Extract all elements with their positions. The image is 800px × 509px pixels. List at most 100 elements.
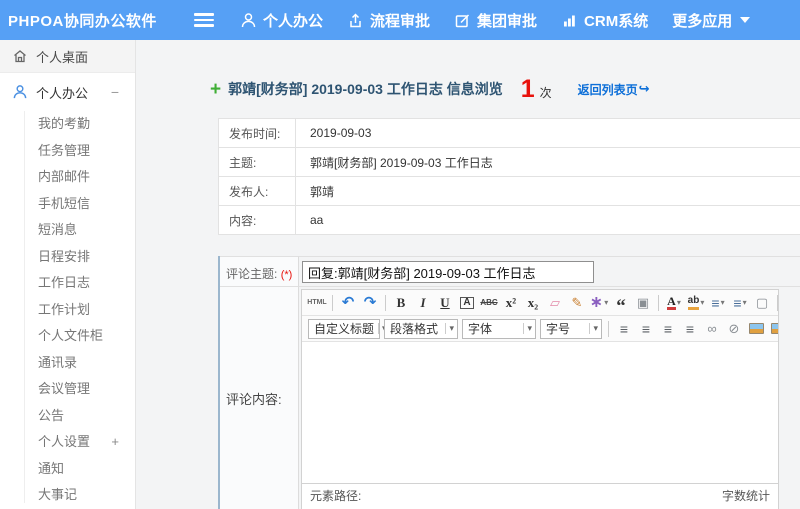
sidebar-item-mobile-sms[interactable]: 手机短信 — [0, 191, 135, 218]
unlink-icon[interactable]: ⊘ — [724, 319, 744, 339]
comment-subject-input[interactable] — [302, 261, 594, 283]
toolbar-separator — [777, 294, 778, 311]
sidebar-item-my-attendance[interactable]: 我的考勤 — [0, 111, 135, 138]
edit-icon — [455, 13, 470, 27]
align-center-icon[interactable]: ≡ — [636, 319, 656, 339]
app-logo[interactable]: PHPOA协同办公软件 — [0, 10, 186, 31]
info-row-content: 内容: aa — [218, 205, 800, 235]
editor-canvas[interactable] — [302, 342, 778, 483]
chevron-down-icon: ▾ — [445, 323, 454, 334]
editor-toolbar-row2: 自定义标题▾段落格式▾字体▾字号▾≡≡≡≡∞⊘▦ — [302, 316, 778, 342]
info-table: 发布时间: 2019-09-03 主题: 郭靖[财务部] 2019-09-03 工作日… — [218, 118, 800, 235]
toolbar-separator — [608, 320, 609, 337]
ordered-list-icon[interactable]: ≡ ▾ — [708, 293, 728, 313]
auto-typeset-icon[interactable]: ∗ ▾ — [589, 293, 609, 313]
rich-text-editor: HTML↶↷BIUAABCx²x₂▱✎∗▾“▣A▾ab▾≡▾≡▾▢ 自定义标题▾… — [301, 289, 779, 509]
paragraph-format-select[interactable]: 段落格式 ▾ — [384, 318, 458, 339]
subscript-icon[interactable]: x₂ — [523, 293, 543, 313]
sidebar-item-work-log[interactable]: 工作日志 — [0, 270, 135, 297]
element-path-label: 元素路径: — [310, 489, 362, 503]
top-nav: 个人办公 流程审批 集团审批 CRM系统 更多应用 — [240, 10, 774, 31]
blockquote-icon[interactable]: “ — [611, 293, 631, 315]
sidebar-item-schedule[interactable]: 日程安排 — [0, 244, 135, 271]
sidebar-item-short-message[interactable]: 短消息 — [0, 217, 135, 244]
italic-icon[interactable]: I — [413, 293, 433, 313]
sidebar-item-work-plan[interactable]: 工作计划 — [0, 297, 135, 324]
editor-statusbar: 元素路径: 字数统计 — [302, 483, 778, 509]
sidebar-item-meeting-management[interactable]: 会议管理 — [0, 376, 135, 403]
sidebar-item-task-management[interactable]: 任务管理 — [0, 138, 135, 165]
bold-icon[interactable]: B — [391, 293, 411, 313]
redo-icon[interactable]: ↷ — [360, 293, 380, 313]
nav-group-approval[interactable]: 集团审批 — [454, 10, 537, 31]
underline-icon[interactable]: U — [435, 293, 455, 313]
back-arrow-icon: ↪ — [638, 81, 650, 96]
blank-doc-icon[interactable]: ▢ — [752, 293, 772, 313]
sidebar: 个人桌面 个人办公 − 我的考勤 任务管理 内部邮件 手机短信 短消息 日程安排 工作日志工… — [0, 40, 136, 509]
chevron-down-icon — [740, 17, 751, 23]
info-row-publish-time: 发布时间: 2019-09-03 — [218, 118, 800, 148]
chevron-down-icon: ▾ — [604, 298, 609, 307]
sidebar-item-personal-desktop[interactable]: 个人桌面 — [0, 40, 135, 73]
font-family-select[interactable]: 字体 ▾ — [462, 318, 536, 339]
eraser-icon[interactable]: ▱ — [545, 293, 565, 313]
sidebar-item-contacts[interactable]: 通讯录 — [0, 350, 135, 377]
chevron-down-icon: ▾ — [589, 323, 598, 334]
word-count-link[interactable]: 字数统计 — [722, 487, 770, 504]
view-count: 1 — [520, 74, 535, 103]
font-color-icon[interactable]: A ▾ — [664, 293, 684, 313]
superscript-icon[interactable]: x² — [501, 293, 521, 313]
info-row-subject: 主题: 郭靖[财务部] 2019-09-03 工作日志 — [218, 147, 800, 177]
sidebar-item-notification[interactable]: 通知 — [0, 456, 135, 483]
nav-more-apps[interactable]: 更多应用 — [672, 10, 751, 31]
sidebar-item-internal-mail[interactable]: 内部邮件 — [0, 164, 135, 191]
unordered-list-icon[interactable]: ≡ ▾ — [730, 293, 750, 313]
page-header: + 郭靖[财务部] 2019-09-03 工作日志 信息浏览 1 次 返回列表页… — [210, 76, 800, 102]
editor-toolbar-row1: HTML ↶ ↷ B I U A ABC x² x₂ ▱ ✎ ∗ ▾ “▣ A ▾ ab ▾ ≡ ▾ ≡ ▾ ▢ — [302, 290, 778, 316]
sidebar-item-announcement[interactable]: 公告 — [0, 403, 135, 430]
paste-plain-icon[interactable]: ▣ — [633, 293, 653, 313]
add-icon: + — [210, 78, 222, 100]
screenshot-icon[interactable] — [768, 319, 778, 339]
chevron-down-icon: ▾ — [676, 298, 681, 307]
nav-crm-system[interactable]: CRM系统 — [561, 10, 648, 31]
format-painter-icon[interactable]: ✎ — [567, 293, 587, 313]
sidebar-section-personal-office[interactable]: 个人办公 − — [0, 73, 135, 111]
comment-subject-label: 评论主题: (*) — [220, 256, 299, 286]
comment-subject-row: 评论主题: (*) — [220, 256, 800, 286]
undo-icon[interactable]: ↶ — [338, 293, 358, 313]
topbar: PHPOA协同办公软件 个人办公 流程审批 集团审批 CRM系统 更多应用 — [0, 0, 800, 40]
html-source-button[interactable]: HTML — [307, 293, 327, 313]
back-to-list-link[interactable]: 返回列表页 ↪ — [578, 81, 650, 98]
collapse-icon[interactable]: − — [111, 84, 119, 100]
link-icon[interactable]: ∞ — [702, 319, 722, 339]
insert-image-icon[interactable] — [746, 319, 766, 339]
align-right-icon[interactable]: ≡ — [658, 319, 678, 339]
chevron-down-icon: ▾ — [742, 298, 747, 307]
nav-workflow-approval[interactable]: 流程审批 — [347, 10, 430, 31]
font-border-icon[interactable]: A — [457, 293, 477, 313]
chevron-down-icon: ▾ — [523, 323, 532, 334]
chevron-down-icon: ▾ — [700, 298, 705, 307]
required-mark: (*) — [280, 269, 293, 281]
flow-share-icon — [350, 12, 361, 27]
sidebar-item-personal-settings[interactable]: 个人设置 + — [0, 429, 135, 456]
page-title: 郭靖[财务部] 2019-09-03 工作日志 信息浏览 — [228, 81, 503, 97]
heading-select[interactable]: 自定义标题▾ — [308, 318, 387, 339]
menu-toggle-icon[interactable] — [194, 13, 214, 27]
align-left-icon[interactable]: ≡ — [614, 319, 634, 339]
sidebar-item-personal-file-cabinet[interactable]: 个人文件柜 — [0, 323, 135, 350]
highlight-color-icon[interactable]: ab ▾ — [686, 293, 706, 313]
comment-content-row: 评论内容: HTML ↶ ↷ B I U A ABC x² x₂ ▱ ✎ ∗ ▾ “▣ A ▾ ab ▾ ≡ ▾ ≡ ▾ ▢ … — [220, 286, 800, 509]
person-icon — [241, 12, 256, 27]
expand-icon[interactable]: + — [111, 429, 119, 456]
align-justify-icon[interactable]: ≡ — [680, 319, 700, 339]
toolbar-separator — [385, 294, 386, 311]
strikethrough-icon[interactable]: ABC — [479, 293, 499, 313]
comment-content-label: 评论内容: — [220, 286, 299, 509]
info-row-publisher: 发布人: 郭靖 — [218, 176, 800, 206]
chevron-down-icon: ▾ — [720, 298, 725, 307]
nav-personal-office[interactable]: 个人办公 — [240, 10, 323, 31]
sidebar-item-memorabilia[interactable]: 大事记 — [0, 482, 135, 509]
font-size-select[interactable]: 字号 ▾ — [540, 318, 602, 339]
